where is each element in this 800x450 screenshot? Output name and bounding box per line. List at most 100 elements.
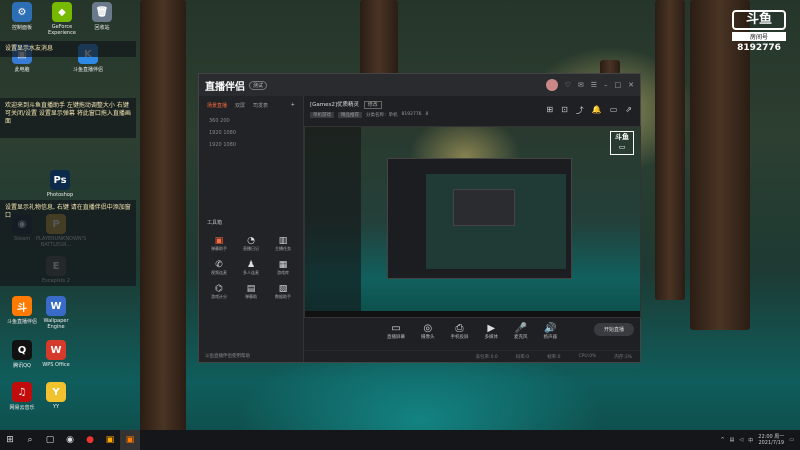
record-icon[interactable]: ⊞	[546, 105, 553, 116]
clock-date: 2021/7/19	[758, 440, 785, 446]
douyu-icon[interactable]: ▣	[120, 430, 140, 450]
desktop-icon-label: Wallpaper Engine	[43, 318, 69, 330]
status-item: CPU:0%	[578, 354, 597, 359]
search-icon[interactable]: ⌕	[20, 430, 40, 450]
forward-icon[interactable]: ⇗	[625, 105, 632, 116]
tool-label: 主播任务	[275, 246, 291, 251]
clock[interactable]: 22:00 周一 2021/7/19	[758, 434, 784, 446]
room-tag[interactable]: 精品推荐	[338, 112, 362, 118]
douyu-watermark: 斗鱼 房间号 8192776	[732, 10, 786, 53]
desktop-icon-label: 斗鱼直播伴侣	[72, 67, 103, 73]
nested-window-preview	[387, 158, 572, 279]
mail-icon[interactable]: ✉	[578, 81, 584, 89]
app-titlebar: 直播伴侣 测试 ♡ ✉ ☰ – □ ✕	[199, 74, 640, 96]
tab-dual[interactable]: 双屏	[235, 102, 245, 109]
app-brand: 直播伴侣	[205, 81, 245, 93]
close-icon[interactable]: ✕	[628, 81, 634, 89]
desktop-icon[interactable]: W WPS Office	[36, 340, 76, 368]
tool-item[interactable]: ▦ 游戏库	[267, 260, 299, 276]
menu-icon[interactable]: ☰	[591, 81, 597, 89]
version-badge[interactable]: 测试	[249, 80, 268, 90]
tool-label: 视频连麦	[211, 270, 227, 275]
app-icon: W	[46, 340, 66, 360]
maximize-icon[interactable]: □	[615, 81, 622, 89]
status-item: 码率:0	[515, 354, 530, 360]
gift-icon[interactable]: ♡	[565, 81, 571, 89]
status-bar: 丢包率:0.0 码率:0 帧率:0 CPU:0% 内存:3%	[304, 350, 640, 362]
toolbox-title: 工具箱	[207, 220, 223, 226]
source-control[interactable]: 🔊 扬声器	[544, 323, 558, 340]
notification-icon[interactable]: ▭	[789, 437, 794, 443]
desktop-icon[interactable]: W Wallpaper Engine	[36, 296, 76, 330]
tool-label: 游戏库	[277, 270, 289, 275]
tool-item[interactable]: ▣ 弹幕助手	[203, 236, 235, 252]
tool-icon: ▤	[246, 284, 256, 294]
tool-item[interactable]: ◔ 直播日记	[235, 236, 267, 252]
room-title: [Games2]优质精灵	[310, 102, 360, 108]
status-item: 内存:3%	[614, 354, 632, 360]
tool-item[interactable]: ✆ 视频连麦	[203, 260, 235, 276]
room-label: 房间号	[732, 32, 786, 41]
control-label: 扬声器	[543, 334, 558, 340]
tool-item[interactable]: ⌬ 游戏计分	[203, 284, 235, 300]
steam-icon[interactable]: ◉	[60, 430, 80, 450]
tab-other[interactable]: 司发表	[253, 102, 268, 109]
app-icon: Q	[12, 340, 32, 360]
tree-trunk	[655, 0, 685, 300]
source-control[interactable]: ⎙ 手机投屏	[451, 323, 469, 340]
game-icon[interactable]: ▣	[100, 430, 120, 450]
source-control[interactable]: 🎤 麦克风	[514, 323, 528, 340]
tool-label: 多人连麦	[243, 270, 259, 275]
control-label: 多媒体	[484, 334, 499, 340]
desktop-icon[interactable]: 🗑 回收站	[82, 2, 122, 31]
tool-icon: ▧	[278, 284, 288, 294]
desktop-icon[interactable]: Ps Photoshop	[40, 170, 80, 198]
preview-watermark: 斗鱼 ▭	[610, 131, 634, 155]
app-icon: Y	[46, 382, 66, 402]
volume-icon[interactable]: ◁	[739, 437, 743, 443]
source-control[interactable]: ▭ 直播屏幕	[387, 323, 405, 340]
desktop-icon-label: YY	[52, 404, 60, 410]
start-icon[interactable]: ⊞	[0, 430, 20, 450]
preview-left-panel	[305, 127, 361, 317]
source-control[interactable]: ◎ 摄像头	[421, 323, 435, 340]
scene-item[interactable]: 360 200	[199, 115, 303, 127]
netease-icon[interactable]: ●	[80, 430, 100, 450]
left-panel: 场景直播 双屏 司发表 + 360 200 1920 1080 1920 108…	[199, 96, 304, 362]
edit-room-button[interactable]: 修改	[363, 101, 382, 109]
chevron-up-icon[interactable]: ^	[720, 437, 724, 443]
desktop-icon[interactable]: ◆ GeForce Experience	[42, 2, 82, 36]
desktop-icon[interactable]: 斗斗鱼直播伴侣	[2, 296, 42, 325]
scene-item[interactable]: 1920 1080	[199, 127, 303, 139]
minimize-icon[interactable]: –	[604, 81, 608, 89]
add-scene-icon[interactable]: +	[291, 102, 295, 109]
tool-item[interactable]: ▧ 数据助手	[267, 284, 299, 300]
language-indicator[interactable]: 中	[748, 437, 753, 444]
avatar[interactable]	[545, 79, 558, 91]
stream-preview[interactable]: 斗鱼 ▭	[304, 126, 641, 318]
tool-icon: ✆	[215, 260, 223, 270]
source-control[interactable]: ▶ 多媒体	[485, 323, 499, 340]
desktop-icon[interactable]: Y YY	[36, 382, 76, 410]
room-tag[interactable]: 单机游戏	[310, 112, 334, 118]
tab-scene[interactable]: 场景直播	[207, 102, 227, 109]
tool-label: 弹幕助手	[211, 246, 227, 251]
tool-item[interactable]: ▥ 主播任务	[267, 236, 299, 252]
taskview-icon[interactable]: ▢	[40, 430, 60, 450]
network-icon[interactable]: ▤	[730, 437, 735, 443]
bell-icon[interactable]: 🔔	[592, 105, 602, 116]
tool-item[interactable]: ▤ 弹幕助	[235, 284, 267, 300]
share-icon[interactable]: ⤴	[576, 105, 584, 116]
app-icon: ⚙	[12, 2, 32, 22]
desktop-icon[interactable]: ⚙ 控制面板	[2, 2, 42, 31]
lock-icon[interactable]: ⊡	[561, 105, 568, 116]
chat-icon[interactable]: ▭	[610, 105, 618, 116]
desktop-icon-label: 控制面板	[11, 25, 32, 31]
scene-item[interactable]: 1920 1080	[199, 139, 303, 151]
tool-icon: ▦	[278, 260, 288, 270]
tool-label: 弹幕助	[245, 294, 257, 299]
start-live-button[interactable]: 开始直播	[593, 323, 634, 336]
tool-item[interactable]: ♟ 多人连麦	[235, 260, 267, 276]
taskbar: ⊞ ⌕ ▢ ◉ ● ▣ ▣ ^ ▤ ◁ 中 22:00 周一 2021/7/19…	[0, 430, 800, 450]
help-link[interactable]: 斗鱼直播伴侣使用帮助	[205, 353, 250, 359]
